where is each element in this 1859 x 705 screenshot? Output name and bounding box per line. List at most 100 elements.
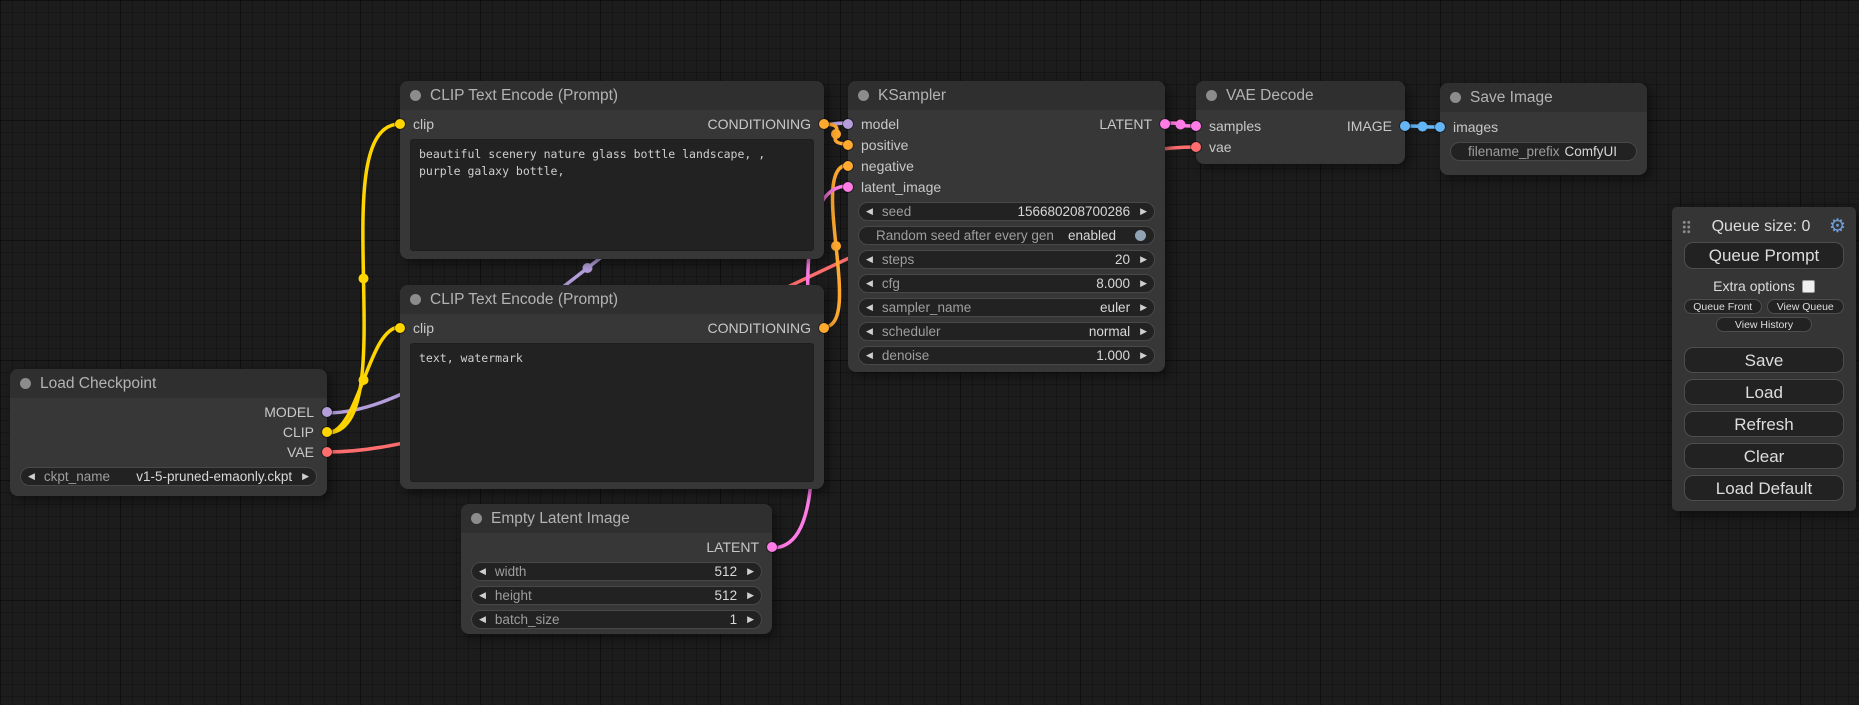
increment-arrow-icon[interactable]: ▶ (1140, 351, 1147, 360)
model-output-port[interactable] (322, 407, 332, 417)
input-label-model: model (861, 116, 899, 132)
queue-front-button[interactable]: Queue Front (1684, 299, 1762, 314)
prompt-textarea[interactable]: beautiful scenery nature glass bottle la… (410, 139, 814, 251)
node-title-bar[interactable]: KSampler (848, 81, 1165, 110)
prompt-textarea[interactable]: text, watermark (410, 343, 814, 482)
increment-arrow-icon[interactable]: ▶ (1140, 255, 1147, 264)
extra-options-row: Extra options (1672, 278, 1856, 294)
refresh-button[interactable]: Refresh (1684, 411, 1844, 437)
collapse-dot-icon[interactable] (1450, 92, 1461, 103)
collapse-dot-icon[interactable] (20, 378, 31, 389)
decrement-arrow-icon[interactable]: ◀ (866, 303, 873, 312)
node-save-image[interactable]: Save Image images filename_prefix ComfyU… (1440, 83, 1647, 175)
node-title-bar[interactable]: Save Image (1440, 83, 1647, 112)
sampler-name-widget[interactable]: ◀ sampler_name euler ▶ (858, 298, 1155, 317)
model-input-port[interactable] (843, 119, 853, 129)
load-default-button[interactable]: Load Default (1684, 475, 1844, 501)
node-clip-text-encode-negative[interactable]: CLIP Text Encode (Prompt) clip CONDITION… (400, 285, 824, 489)
save-button[interactable]: Save (1684, 347, 1844, 373)
conditioning-output-port[interactable] (819, 119, 829, 129)
decrement-arrow-icon[interactable]: ◀ (479, 567, 486, 576)
collapse-dot-icon[interactable] (410, 90, 421, 101)
node-ksampler[interactable]: KSampler model LATENT positive negative … (848, 81, 1165, 372)
filename-prefix-widget[interactable]: filename_prefix ComfyUI (1450, 142, 1637, 161)
node-title-bar[interactable]: Empty Latent Image (461, 504, 772, 533)
scheduler-widget[interactable]: ◀ scheduler normal ▶ (858, 322, 1155, 341)
decrement-arrow-icon[interactable]: ◀ (479, 615, 486, 624)
queue-size-label: Queue size: 0 (1697, 218, 1825, 236)
link-midpoint-dot (831, 129, 841, 139)
widget-label: scheduler (882, 324, 941, 339)
clip-input-port[interactable] (395, 119, 405, 129)
node-load-checkpoint[interactable]: Load Checkpoint MODEL CLIP VAE ◀ ckpt_na… (10, 369, 327, 496)
output-label-conditioning: CONDITIONING (708, 320, 811, 336)
height-widget[interactable]: ◀ height 512 ▶ (471, 586, 762, 605)
queue-prompt-button[interactable]: Queue Prompt (1684, 242, 1844, 269)
image-output-port[interactable] (1400, 121, 1410, 131)
view-history-button[interactable]: View History (1716, 317, 1812, 332)
node-title: VAE Decode (1226, 87, 1314, 105)
increment-arrow-icon[interactable]: ▶ (747, 591, 754, 600)
decrement-arrow-icon[interactable]: ◀ (866, 351, 873, 360)
denoise-widget[interactable]: ◀ denoise 1.000 ▶ (858, 346, 1155, 365)
cfg-widget[interactable]: ◀ cfg 8.000 ▶ (858, 274, 1155, 293)
drag-handle-icon[interactable] (1682, 220, 1691, 234)
node-title-bar[interactable]: CLIP Text Encode (Prompt) (400, 285, 824, 314)
samples-input-port[interactable] (1191, 121, 1201, 131)
increment-arrow-icon[interactable]: ▶ (302, 472, 309, 481)
decrement-arrow-icon[interactable]: ◀ (866, 327, 873, 336)
width-widget[interactable]: ◀ width 512 ▶ (471, 562, 762, 581)
latent-output-port[interactable] (1160, 119, 1170, 129)
increment-arrow-icon[interactable]: ▶ (747, 615, 754, 624)
link-midpoint-dot (831, 241, 841, 251)
vae-input-port[interactable] (1191, 142, 1201, 152)
node-title-bar[interactable]: Load Checkpoint (10, 369, 327, 398)
latent-image-input-port[interactable] (843, 182, 853, 192)
seed-widget[interactable]: ◀ seed 156680208700286 ▶ (858, 202, 1155, 221)
view-queue-button[interactable]: View Queue (1767, 299, 1845, 314)
toggle-indicator-icon[interactable] (1135, 230, 1146, 241)
settings-gear-icon[interactable]: ⚙ (1829, 217, 1846, 236)
conditioning-output-port[interactable] (819, 323, 829, 333)
widget-label: batch_size (495, 612, 560, 627)
collapse-dot-icon[interactable] (410, 294, 421, 305)
load-button[interactable]: Load (1684, 379, 1844, 405)
steps-widget[interactable]: ◀ steps 20 ▶ (858, 250, 1155, 269)
node-clip-text-encode-positive[interactable]: CLIP Text Encode (Prompt) clip CONDITION… (400, 81, 824, 259)
node-empty-latent-image[interactable]: Empty Latent Image LATENT ◀ width 512 ▶ … (461, 504, 772, 634)
widget-label: width (495, 564, 527, 579)
increment-arrow-icon[interactable]: ▶ (1140, 303, 1147, 312)
clip-input-port[interactable] (395, 323, 405, 333)
clear-button[interactable]: Clear (1684, 443, 1844, 469)
collapse-dot-icon[interactable] (858, 90, 869, 101)
ckpt-name-widget[interactable]: ◀ ckpt_name v1-5-pruned-emaonly.ckpt ▶ (20, 467, 317, 486)
decrement-arrow-icon[interactable]: ◀ (866, 207, 873, 216)
collapse-dot-icon[interactable] (471, 513, 482, 524)
negative-input-port[interactable] (843, 161, 853, 171)
extra-options-checkbox[interactable] (1802, 280, 1815, 293)
latent-output-port[interactable] (767, 542, 777, 552)
images-input-port[interactable] (1435, 122, 1445, 132)
node-graph-canvas[interactable]: { "slot_colors": { "MODEL": "#B39DDB", "… (0, 0, 1859, 705)
decrement-arrow-icon[interactable]: ◀ (866, 279, 873, 288)
positive-input-port[interactable] (843, 140, 853, 150)
random-seed-toggle-widget[interactable]: Random seed after every gen enabled (858, 226, 1155, 245)
node-vae-decode[interactable]: VAE Decode samples IMAGE vae (1196, 81, 1405, 164)
decrement-arrow-icon[interactable]: ◀ (28, 472, 35, 481)
node-title-bar[interactable]: CLIP Text Encode (Prompt) (400, 81, 824, 110)
widget-label: ckpt_name (44, 469, 110, 484)
increment-arrow-icon[interactable]: ▶ (1140, 327, 1147, 336)
vae-output-port[interactable] (322, 447, 332, 457)
clip-output-port[interactable] (322, 427, 332, 437)
widget-label: height (495, 588, 532, 603)
decrement-arrow-icon[interactable]: ◀ (866, 255, 873, 264)
decrement-arrow-icon[interactable]: ◀ (479, 591, 486, 600)
batch-size-widget[interactable]: ◀ batch_size 1 ▶ (471, 610, 762, 629)
widget-value: normal (1089, 324, 1130, 339)
increment-arrow-icon[interactable]: ▶ (1140, 207, 1147, 216)
increment-arrow-icon[interactable]: ▶ (747, 567, 754, 576)
slot-row: VAE (10, 442, 327, 462)
increment-arrow-icon[interactable]: ▶ (1140, 279, 1147, 288)
collapse-dot-icon[interactable] (1206, 90, 1217, 101)
node-title-bar[interactable]: VAE Decode (1196, 81, 1405, 110)
